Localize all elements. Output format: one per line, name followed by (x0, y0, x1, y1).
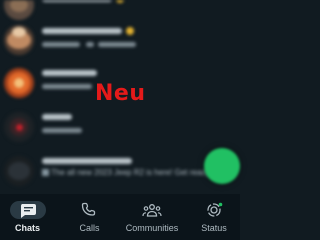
new-chat-button[interactable] (204, 148, 240, 184)
chat-name (42, 70, 97, 76)
nav-label-status: Status (201, 223, 227, 233)
chat-name (42, 28, 122, 34)
chat-preview (42, 84, 92, 89)
chat-name (42, 114, 72, 120)
nav-item-status[interactable]: Status (190, 194, 238, 240)
overlay-label: Neu (95, 81, 146, 106)
chat-row[interactable]: The all new 2023 Jeep R2 is here! Get re… (0, 150, 240, 194)
nav-item-communities[interactable]: Communities (122, 194, 182, 240)
chat-row[interactable] (0, 104, 240, 150)
emoji-icon (116, 0, 124, 3)
phone-icon (81, 202, 95, 216)
chat-name (42, 158, 132, 164)
avatar (4, 25, 34, 55)
avatar (4, 156, 34, 186)
chat-preview-text: The all new 2023 Jeep R2 is here! Get re… (42, 168, 217, 177)
chat-row[interactable] (0, 18, 240, 64)
chat-preview (42, 128, 82, 133)
nav-item-calls[interactable]: Calls (62, 194, 117, 240)
chat-name (42, 0, 112, 2)
emoji-icon (126, 27, 134, 35)
chat-preview (42, 42, 80, 47)
chat-preview-label: The all new 2023 Jeep R2 is here! Get re… (51, 168, 210, 177)
nav-label-calls: Calls (79, 223, 100, 233)
nav-label-communities: Communities (125, 223, 179, 233)
communities-icon (142, 204, 162, 217)
avatar (4, 0, 34, 20)
status-icon (207, 202, 223, 217)
image-icon (42, 169, 49, 176)
avatar (4, 112, 34, 142)
nav-label-chats: Chats (14, 223, 40, 233)
nav-item-chats[interactable]: Chats (0, 194, 55, 240)
avatar (4, 68, 34, 98)
status-badge-dot (218, 202, 223, 207)
chat-preview (98, 42, 136, 47)
bottom-navigation: Chats Calls Communities Status (0, 194, 240, 240)
chat-icon (20, 204, 36, 218)
chat-preview (86, 42, 94, 47)
